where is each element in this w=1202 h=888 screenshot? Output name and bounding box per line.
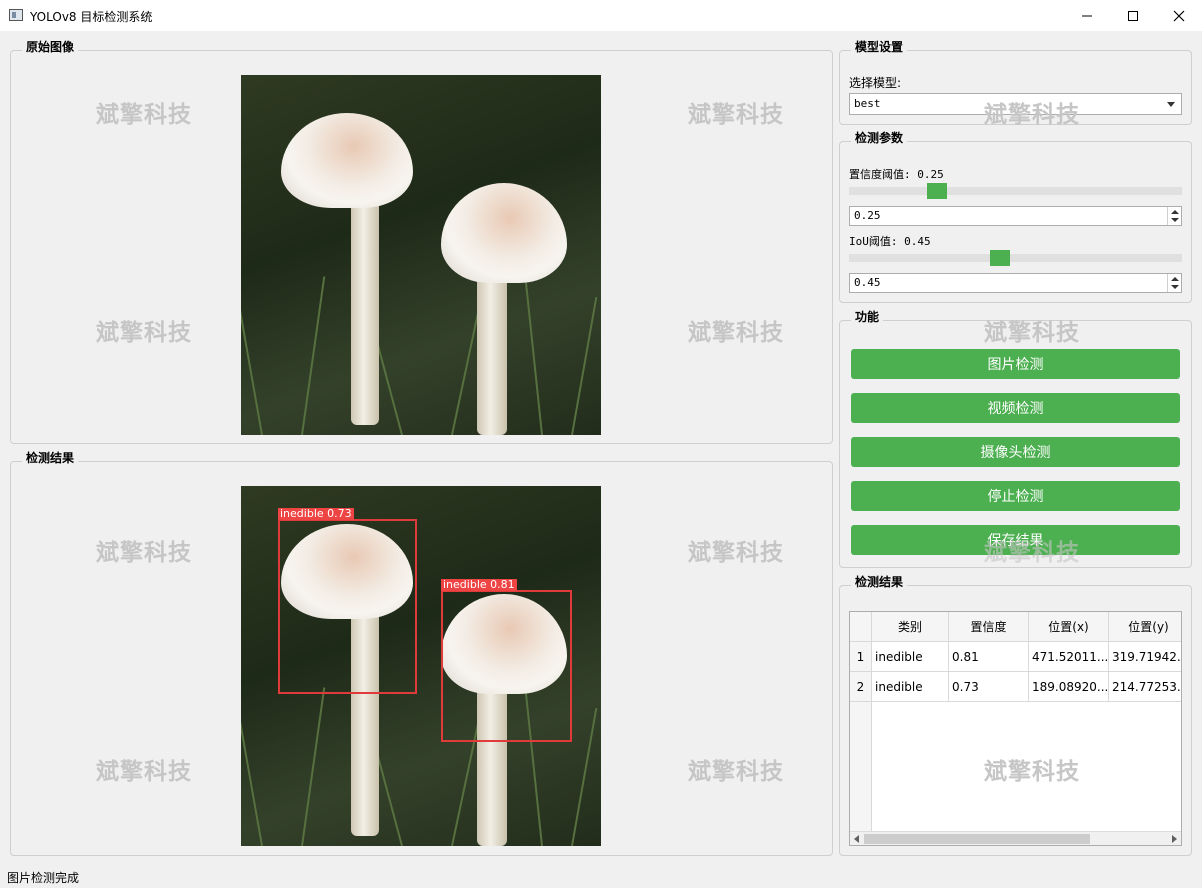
title-bar: YOLOv8 目标检测系统: [0, 0, 1202, 31]
table-corner[interactable]: [850, 612, 872, 642]
row-header[interactable]: 1: [850, 642, 872, 672]
column-header[interactable]: 置信度: [949, 612, 1029, 642]
close-button[interactable]: [1156, 0, 1202, 31]
model-select-value: best: [854, 97, 881, 110]
minimize-icon: [1082, 15, 1092, 16]
confidence-slider-handle[interactable]: [927, 183, 947, 199]
spin-buttons[interactable]: [1167, 274, 1181, 292]
scroll-thumb[interactable]: [864, 834, 1090, 844]
iou-label: IoU阈值: 0.45: [849, 235, 931, 248]
model-select[interactable]: best: [849, 93, 1182, 115]
spin-buttons[interactable]: [1167, 207, 1181, 225]
video-detect-button[interactable]: 视频检测: [851, 393, 1180, 423]
original-image: [241, 75, 601, 435]
results-table-title: 检测结果: [851, 575, 908, 589]
table-cell[interactable]: 0.73: [949, 672, 1029, 702]
iou-spinbox[interactable]: 0.45: [849, 273, 1182, 293]
stop-detect-button[interactable]: 停止检测: [851, 481, 1180, 511]
image-detect-button[interactable]: 图片检测: [851, 349, 1180, 379]
confidence-value: 0.25: [854, 209, 881, 222]
detection-label: inedible 0.81: [441, 578, 517, 591]
detection-label: inedible 0.73: [278, 507, 354, 520]
close-icon: [1173, 10, 1185, 21]
detection-box: [278, 519, 417, 694]
original-image-title: 原始图像: [22, 40, 79, 54]
minimize-button[interactable]: [1064, 0, 1110, 31]
table-cell[interactable]: 471.52011...: [1029, 642, 1109, 672]
scroll-right-icon[interactable]: [1170, 835, 1178, 843]
confidence-label: 置信度阈值: 0.25: [849, 168, 944, 181]
arrow-down-icon[interactable]: [1171, 285, 1179, 289]
detection-box: [441, 590, 572, 742]
arrow-up-icon[interactable]: [1171, 277, 1179, 281]
table-cell[interactable]: 0.81: [949, 642, 1029, 672]
iou-slider[interactable]: [849, 250, 1182, 266]
table-cell[interactable]: inedible: [872, 642, 949, 672]
column-header[interactable]: 位置(x): [1029, 612, 1109, 642]
arrow-down-icon[interactable]: [1171, 218, 1179, 222]
table-cell[interactable]: 214.77253...: [1109, 672, 1181, 702]
window-title: YOLOv8 目标检测系统: [30, 10, 153, 24]
result-image-title: 检测结果: [22, 451, 79, 465]
row-header-strip: [850, 702, 872, 832]
model-settings-title: 模型设置: [851, 40, 908, 54]
column-header[interactable]: 位置(y): [1109, 612, 1181, 642]
confidence-slider[interactable]: [849, 183, 1182, 199]
scroll-left-icon[interactable]: [853, 835, 861, 843]
chevron-down-icon: [1167, 102, 1175, 107]
iou-slider-handle[interactable]: [990, 250, 1010, 266]
select-model-label: 选择模型:: [849, 76, 902, 90]
maximize-icon: [1128, 10, 1138, 21]
row-header[interactable]: 2: [850, 672, 872, 702]
camera-detect-button[interactable]: 摄像头检测: [851, 437, 1180, 467]
horizontal-scrollbar[interactable]: [850, 831, 1181, 845]
confidence-spinbox[interactable]: 0.25: [849, 206, 1182, 226]
app-icon: [9, 9, 23, 21]
detection-params-title: 检测参数: [851, 131, 908, 145]
table-cell[interactable]: 189.08920...: [1029, 672, 1109, 702]
status-bar-text: 图片检测完成: [7, 871, 80, 885]
table-cell[interactable]: 319.71942...: [1109, 642, 1181, 672]
table-cell[interactable]: inedible: [872, 672, 949, 702]
functions-title: 功能: [851, 310, 884, 324]
arrow-up-icon[interactable]: [1171, 210, 1179, 214]
results-table[interactable]: 类别 置信度 位置(x) 位置(y) 1 inedible 0.81 471.5…: [849, 611, 1182, 846]
maximize-button[interactable]: [1110, 0, 1156, 31]
iou-value: 0.45: [854, 276, 881, 289]
column-header[interactable]: 类别: [872, 612, 949, 642]
save-results-button[interactable]: 保存结果: [851, 525, 1180, 555]
